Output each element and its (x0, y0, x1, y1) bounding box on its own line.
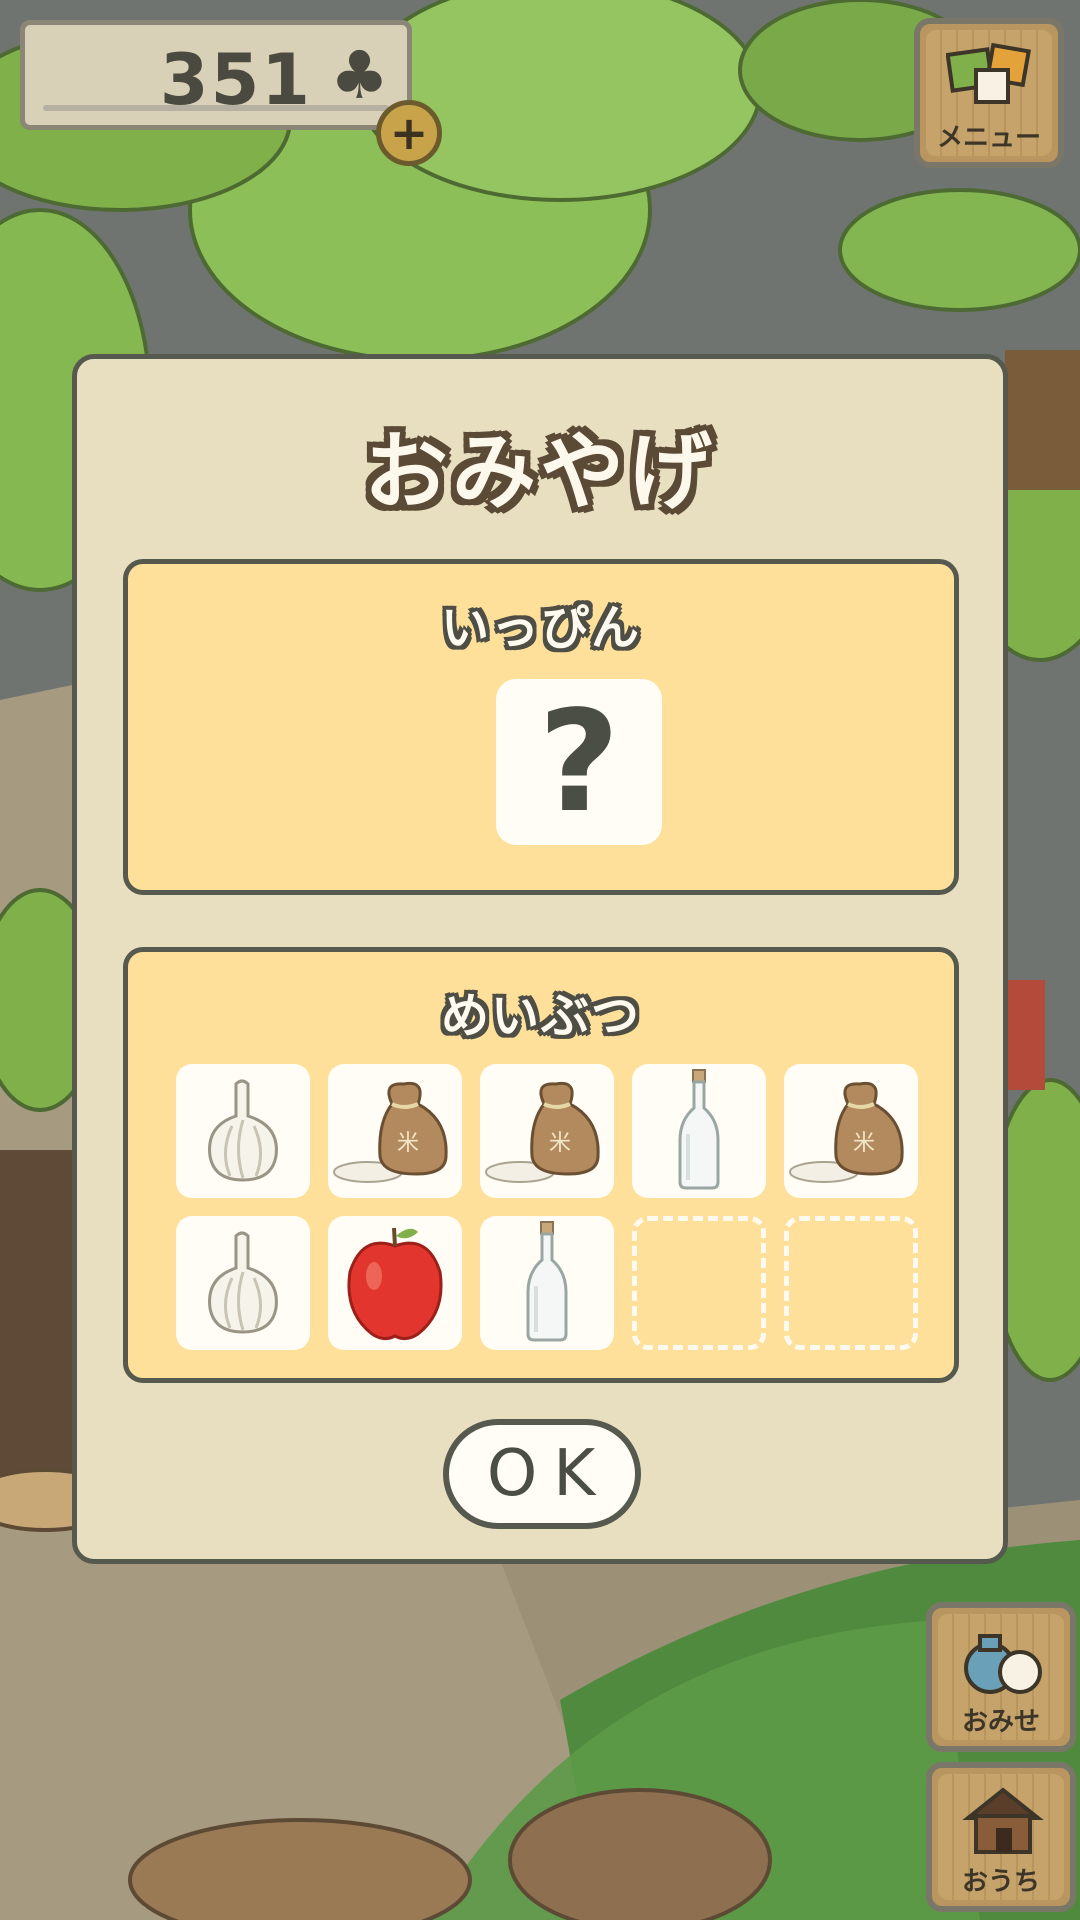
glass-bottle-icon (632, 1064, 766, 1198)
question-mark-icon: ? (538, 680, 620, 844)
specialty-item-slot[interactable] (632, 1064, 766, 1198)
specialty-items-title: めいぶつ (440, 988, 641, 1044)
home-button[interactable]: おうち (926, 1762, 1076, 1912)
menu-cards-icon (946, 42, 1031, 104)
menu-button[interactable]: メニュー (914, 18, 1064, 168)
rare-item-title: いっぴん (440, 600, 641, 656)
rice-bag-icon: 米 (328, 1064, 462, 1198)
dialog-title: おみやげ (363, 423, 716, 521)
home-button-label: おうち (961, 1867, 1040, 1897)
rice-bag-icon: 米 (784, 1064, 918, 1198)
specialty-item-slot[interactable] (328, 1216, 462, 1350)
ok-button-label: OK (486, 1437, 612, 1511)
specialty-item-slot[interactable] (176, 1216, 310, 1350)
shop-bags-icon (964, 1634, 1042, 1694)
garlic-icon (176, 1216, 310, 1350)
apple-icon (328, 1216, 462, 1350)
rare-item-panel: いっぴん ? (123, 559, 959, 895)
empty-item-slot (784, 1216, 918, 1350)
specialty-item-slot[interactable]: 米 (784, 1064, 918, 1198)
ok-button[interactable]: OK (443, 1419, 641, 1529)
add-clover-button[interactable]: + (376, 100, 442, 166)
menu-button-label: メニュー (936, 123, 1041, 153)
shop-button-label: おみせ (961, 1707, 1040, 1737)
specialty-item-slot[interactable] (176, 1064, 310, 1198)
clover-counter: 351 ♣ (20, 20, 412, 130)
plus-icon: + (389, 106, 429, 160)
clover-icon: ♣ (329, 37, 389, 114)
glass-bottle-icon (480, 1216, 614, 1350)
specialty-item-slot[interactable]: 米 (480, 1064, 614, 1198)
svg-text:米: 米 (853, 1131, 875, 1156)
svg-text:米: 米 (549, 1131, 571, 1156)
unknown-item-slot[interactable]: ? (496, 679, 662, 845)
garlic-icon (176, 1064, 310, 1198)
specialty-items-panel: めいぶつ 米 米 米 (123, 947, 959, 1383)
souvenir-dialog: おみやげ いっぴん ? めいぶつ 米 米 米 OK (72, 354, 1008, 1564)
shop-button[interactable]: おみせ (926, 1602, 1076, 1752)
specialty-item-slot[interactable]: 米 (328, 1064, 462, 1198)
specialty-item-slot[interactable] (480, 1216, 614, 1350)
empty-item-slot (632, 1216, 766, 1350)
rice-bag-icon: 米 (480, 1064, 614, 1198)
svg-text:米: 米 (397, 1131, 419, 1156)
house-icon (962, 1787, 1044, 1854)
clover-bar-underline (43, 105, 389, 111)
